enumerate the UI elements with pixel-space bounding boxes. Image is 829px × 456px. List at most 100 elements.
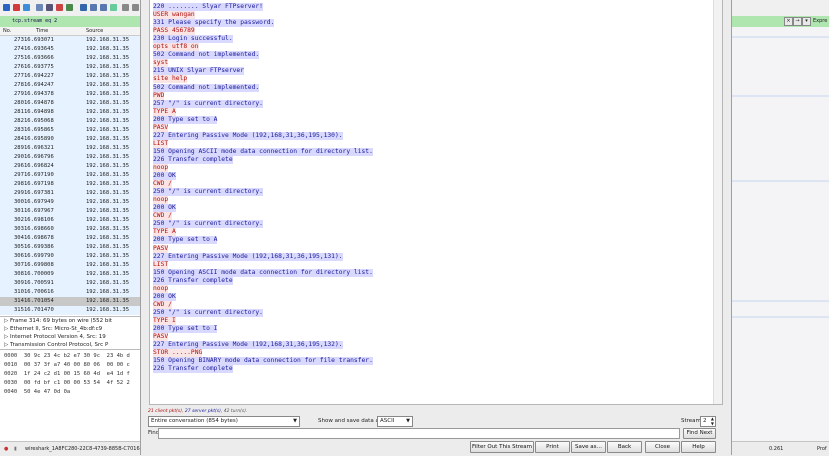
- server-stream-line: 502 Command not implemented.: [153, 83, 260, 92]
- packet-row[interactable]: 296 16.696824 192.168.31.35: [0, 162, 140, 171]
- packet-row[interactable]: 289 16.696321 192.168.31.35: [0, 144, 140, 153]
- hex-row[interactable]: 0030 00 fd bf c1 00 00 53 54 4f 52 2: [4, 380, 130, 386]
- stop-capture-icon[interactable]: [13, 4, 20, 11]
- packet-row[interactable]: 300 16.697949 192.168.31.35: [0, 198, 140, 207]
- packet-row[interactable]: 302 16.698106 192.168.31.35: [0, 216, 140, 225]
- packet-row[interactable]: 276 16.693775 192.168.31.35: [0, 63, 140, 72]
- hex-bytes: 1f 24 c2 d1 00 15 60 4d e4 1d f: [23, 371, 130, 377]
- hex-row[interactable]: 0010 00 37 3f a7 40 00 80 06 00 00 c: [4, 362, 130, 368]
- packet-row[interactable]: 314 16.701054 192.168.31.35: [0, 297, 140, 306]
- packet-row[interactable]: 304 16.698678 192.168.31.35: [0, 234, 140, 243]
- restart-capture-icon[interactable]: [23, 4, 30, 11]
- packet-row[interactable]: 309 16.700591 192.168.31.35: [0, 279, 140, 288]
- hex-row[interactable]: 0000 30 9c 23 4c b2 e7 30 9c 23 4b d: [4, 353, 130, 359]
- find-input[interactable]: [158, 428, 680, 439]
- capture-file-icon[interactable]: ▮: [14, 446, 17, 452]
- detail-tree-item[interactable]: ▷ Ethernet II, Src: Micro-St_4b:df:c9: [4, 326, 102, 332]
- packet-row[interactable]: 280 16.694878 192.168.31.35: [0, 99, 140, 108]
- back-button[interactable]: Back: [607, 441, 642, 453]
- packet-time: 16.698678: [24, 235, 54, 241]
- detail-tree-item[interactable]: ▷ Internet Protocol Version 4, Src: 19: [4, 334, 106, 340]
- reload-icon[interactable]: [66, 4, 73, 11]
- packet-row[interactable]: 315 16.701470 192.168.31.35: [0, 306, 140, 315]
- last-packet-icon[interactable]: [132, 4, 139, 11]
- packet-row[interactable]: 279 16.694378 192.168.31.35: [0, 90, 140, 99]
- go-forward-icon[interactable]: [100, 4, 107, 11]
- filter-history-icon[interactable]: ▾: [802, 17, 811, 26]
- client-stream-line: PWD: [153, 91, 165, 100]
- packet-row[interactable]: 301 16.697967 192.168.31.35: [0, 207, 140, 216]
- go-to-packet-icon[interactable]: [110, 4, 117, 11]
- client-stream-line: TYPE A: [153, 228, 176, 237]
- packet-row[interactable]: 282 16.695068 192.168.31.35: [0, 117, 140, 126]
- hex-offset: 0030: [4, 380, 18, 386]
- conversation-select[interactable]: Entire conversation (854 bytes) ▼: [148, 416, 300, 427]
- client-stream-line: PASV: [153, 244, 169, 253]
- server-stream-line: 200 OK: [153, 292, 176, 301]
- status-profile[interactable]: Prof: [817, 446, 827, 452]
- first-packet-icon[interactable]: [122, 4, 129, 11]
- display-filter-input[interactable]: tcp.stream eq 2: [12, 18, 57, 24]
- expert-info-icon[interactable]: ●: [4, 446, 8, 452]
- help-button[interactable]: Help: [681, 441, 716, 453]
- find-next-button[interactable]: Find Next: [683, 428, 716, 439]
- close-button[interactable]: Close: [645, 441, 680, 453]
- packet-row[interactable]: 307 16.699808 192.168.31.35: [0, 261, 140, 270]
- packet-row[interactable]: 284 16.695890 192.168.31.35: [0, 135, 140, 144]
- packet-time: 16.700591: [24, 280, 54, 286]
- column-source[interactable]: Source: [86, 28, 103, 34]
- packet-time: 16.694227: [24, 73, 54, 79]
- packet-row[interactable]: 275 16.693666 192.168.31.35: [0, 54, 140, 63]
- interfaces-icon[interactable]: [3, 4, 10, 11]
- stream-content[interactable]: 220 ........ Slyar FTPserver! USER wangan…: [149, 0, 723, 405]
- packet-time: 16.695890: [24, 136, 54, 142]
- packet-row[interactable]: 297 16.697190 192.168.31.35: [0, 171, 140, 180]
- spin-down-icon[interactable]: ▼: [711, 422, 714, 426]
- packet-row[interactable]: 299 16.697381 192.168.31.35: [0, 189, 140, 198]
- packet-row[interactable]: 278 16.694247 192.168.31.35: [0, 81, 140, 90]
- packet-row[interactable]: 290 16.696796 192.168.31.35: [0, 153, 140, 162]
- server-stream-line: 200 OK: [153, 204, 176, 213]
- client-stream-line: syst: [153, 59, 169, 68]
- filter-clear-icon[interactable]: ×: [784, 17, 793, 26]
- packet-time: 16.700616: [24, 289, 54, 295]
- hex-row[interactable]: 0020 1f 24 c2 d1 00 15 60 4d e4 1d f: [4, 371, 130, 377]
- detail-tree-item[interactable]: ▷ Transmission Control Protocol, Src P: [4, 342, 108, 348]
- expression-button[interactable]: Expre: [813, 18, 827, 24]
- save-file-icon[interactable]: [46, 4, 53, 11]
- packet-no: 297: [14, 172, 24, 178]
- open-file-icon[interactable]: [36, 4, 43, 11]
- packet-row[interactable]: 298 16.697198 192.168.31.35: [0, 180, 140, 189]
- stream-number-spinbox[interactable]: 2 ▲ ▼: [700, 416, 716, 427]
- packet-row[interactable]: 303 16.698660 192.168.31.35: [0, 225, 140, 234]
- filter-apply-icon[interactable]: →: [793, 17, 802, 26]
- save-as-button[interactable]: Save as…: [571, 441, 606, 453]
- filter-out-stream-button[interactable]: Filter Out This Stream: [470, 441, 534, 453]
- close-file-icon[interactable]: [56, 4, 63, 11]
- server-stream-line: 331 Please specify the password.: [153, 19, 275, 28]
- packet-time: 16.697190: [24, 172, 54, 178]
- find-packet-icon[interactable]: [80, 4, 87, 11]
- packet-row[interactable]: 308 16.700009 192.168.31.35: [0, 270, 140, 279]
- packet-row[interactable]: 277 16.694227 192.168.31.35: [0, 72, 140, 81]
- format-select[interactable]: ASCII ▼: [377, 416, 413, 427]
- packet-source: 192.168.31.35: [86, 118, 130, 124]
- detail-tree-item[interactable]: ▷ Frame 314: 69 bytes on wire (552 bit: [4, 318, 112, 324]
- hex-row[interactable]: 0040 50 4e 47 0d 0a: [4, 389, 70, 395]
- server-stream-line: 150 Opening ASCII mode data connection f…: [153, 268, 373, 277]
- packet-row[interactable]: 281 16.694898 192.168.31.35: [0, 108, 140, 117]
- print-button[interactable]: Print: [535, 441, 570, 453]
- packet-row[interactable]: 310 16.700616 192.168.31.35: [0, 288, 140, 297]
- packet-row[interactable]: 274 16.693645 192.168.31.35: [0, 45, 140, 54]
- packet-row[interactable]: 273 16.693071 192.168.31.35: [0, 36, 140, 45]
- stream-scrollbar[interactable]: [713, 0, 722, 404]
- packet-row[interactable]: 305 16.699386 192.168.31.35: [0, 243, 140, 252]
- packet-no: 315: [14, 307, 24, 313]
- packet-row[interactable]: 306 16.699790 192.168.31.35: [0, 252, 140, 261]
- column-no[interactable]: No.: [3, 28, 11, 34]
- go-back-icon[interactable]: [90, 4, 97, 11]
- packet-no: 308: [14, 271, 24, 277]
- packet-row[interactable]: 283 16.695865 192.168.31.35: [0, 126, 140, 135]
- packet-source: 192.168.31.35: [86, 226, 130, 232]
- column-time[interactable]: Time: [36, 28, 48, 34]
